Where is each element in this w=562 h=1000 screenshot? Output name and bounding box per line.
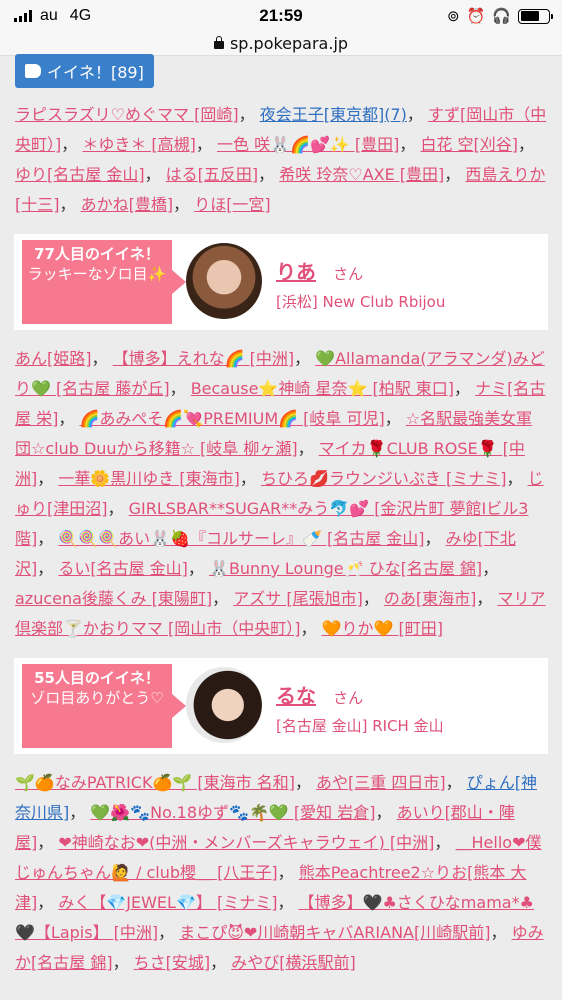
liker-link[interactable]: ラピスラズリ♡めぐママ [岡崎] — [15, 105, 239, 124]
liker-link[interactable]: 🐰Bunny Lounge🥂 ひな[名古屋 錦] — [209, 559, 482, 578]
liker-link[interactable]: 🧡りか🧡 [町田] — [322, 619, 443, 638]
alarm-icon: ⏰ — [466, 8, 486, 25]
profile-name[interactable]: るな — [276, 684, 316, 708]
honorific: さん — [333, 689, 364, 707]
headphones-icon: 🎧 — [492, 8, 511, 25]
milestone-card-77[interactable]: 77人目のイイネ！ ラッキーなゾロ目✨ りあ さん [浜松] New Club … — [14, 234, 548, 330]
liker-link[interactable]: みく【💎JEWEL💎】 [ミナミ] — [58, 893, 277, 912]
avatar[interactable] — [186, 243, 262, 319]
profile-info: るな さん [名古屋 金山] RICH 金山 — [276, 680, 444, 736]
ribbon-count: 55人目のイイネ！ — [34, 669, 160, 687]
battery-icon — [518, 8, 553, 24]
liker-link[interactable]: のあ[東海市] — [384, 589, 477, 608]
liker-link[interactable]: azucena後藤くみ [東陽町] — [15, 589, 212, 608]
liker-link[interactable]: 希咲 玲奈♡AXE [豊田] — [279, 165, 444, 184]
avatar[interactable] — [186, 667, 262, 743]
status-bar: au 4G 21:59 ⊚ ⏰ 🎧 — [0, 0, 562, 34]
liker-link[interactable]: はる[五反田] — [166, 165, 259, 184]
liker-link[interactable]: アズサ [尾張旭市] — [233, 589, 363, 608]
liker-link[interactable]: 夜会王子[東京都](7) — [260, 105, 407, 124]
honorific: さん — [333, 265, 364, 283]
liker-link[interactable]: 白花 空[刈谷] — [420, 135, 518, 154]
profile-shop: [浜松] New Club Rbijou — [276, 293, 446, 311]
liker-list-top: ラピスラズリ♡めぐママ [岡崎]， 夜会王子[東京都](7)， すず[岡山市（中… — [15, 105, 547, 214]
liker-link[interactable]: ちさ[安城] — [134, 953, 211, 972]
rotation-lock-icon: ⊚ — [447, 8, 460, 25]
profile-shop: [名古屋 金山] RICH 金山 — [276, 717, 444, 735]
liker-link[interactable]: あや[三重 四日市] — [316, 773, 446, 792]
milestone-card-55[interactable]: 55人目のイイネ！ ゾロ目ありがとう♡ るな さん [名古屋 金山] RICH … — [14, 658, 548, 754]
liker-link[interactable]: みやび[横浜駅前] — [231, 953, 356, 972]
milestone-ribbon: 55人目のイイネ！ ゾロ目ありがとう♡ — [22, 664, 186, 748]
liker-link[interactable]: 🌈あみぺそ🌈💘PREMIUM🌈 [岐阜 可児] — [79, 409, 384, 428]
milestone-ribbon: 77人目のイイネ！ ラッキーなゾロ目✨ — [22, 240, 186, 324]
ribbon-message: ゾロ目ありがとう♡ — [30, 689, 164, 707]
liker-link[interactable]: 一色 咲🐰🌈💕✨ [豊田] — [217, 135, 399, 154]
liker-link[interactable]: ❤神崎なお❤(中洲・メンバーズキャラウェイ) [中洲] — [58, 833, 434, 852]
liker-link[interactable]: ちひろ💋ラウンジいぶき [ミナミ] — [261, 469, 507, 488]
profile-info: りあ さん [浜松] New Club Rbijou — [276, 256, 445, 312]
liker-link[interactable]: 🍭🍭🍭あい🐰🍓『コルサーレ』🍼 [名古屋 金山] — [58, 529, 424, 548]
liker-list-middle: あん[姫路]， 【博多】えれな🌈 [中洲]， 💚Allamanda(アラマンダ)… — [15, 349, 546, 638]
liker-link[interactable]: 💚🌺🐾No.18ゆず🐾🌴💚 [愛知 岩倉] — [90, 803, 375, 822]
ribbon-message: ラッキーなゾロ目✨ — [27, 265, 167, 283]
ribbon-count: 77人目のイイネ！ — [34, 245, 160, 263]
liker-link[interactable]: 【博多】えれな🌈 [中洲] — [113, 349, 295, 368]
liker-list-bottom: 🌱🍊なみPATRICK🍊🌱 [東海市 名和]， あや[三重 四日市]， ぴょん[… — [15, 773, 544, 972]
iine-button[interactable]: イイネ！[89] — [15, 54, 154, 88]
liker-link[interactable]: りほ[一宮] — [194, 195, 271, 214]
iine-button-label: イイネ！[89] — [47, 63, 144, 82]
profile-name[interactable]: りあ — [276, 260, 316, 284]
liker-link[interactable]: あん[姫路] — [15, 349, 92, 368]
liker-link[interactable]: ＊ゆき＊ [高槻] — [82, 135, 196, 154]
status-icons: ⊚ ⏰ 🎧 — [447, 7, 553, 25]
page-content: イイネ！[89] ラピスラズリ♡めぐママ [岡崎]， 夜会王子[東京都](7)，… — [0, 54, 562, 978]
address-bar[interactable]: sp.pokepara.jp — [0, 34, 562, 56]
liker-link[interactable]: あかね[豊橋] — [81, 195, 174, 214]
thumbs-up-icon — [25, 64, 41, 78]
liker-link[interactable]: ゆり[名古屋 金山] — [15, 165, 145, 184]
url-text: sp.pokepara.jp — [229, 34, 349, 53]
liker-link[interactable]: 一華🌼黒川ゆき [東海市] — [58, 469, 240, 488]
liker-link[interactable]: るい[名古屋 金山] — [58, 559, 188, 578]
liker-link[interactable]: Because⭐神崎 星奈⭐ [柏駅 東口] — [191, 379, 454, 398]
liker-link[interactable]: まこぴ😈❤川崎朝キャバARIANA[川崎駅前] — [179, 923, 490, 942]
lock-icon — [213, 36, 224, 49]
liker-link[interactable]: 🌱🍊なみPATRICK🍊🌱 [東海市 名和] — [15, 773, 295, 792]
